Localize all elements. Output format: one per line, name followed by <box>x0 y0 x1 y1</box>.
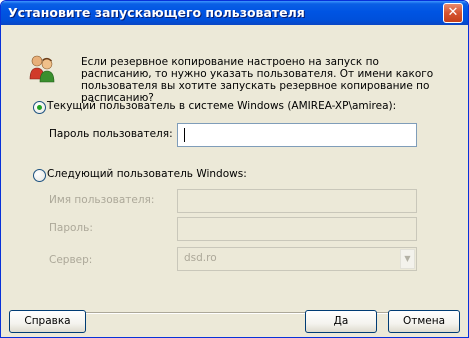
dialog-title: Установите запускающего пользователя <box>8 5 305 20</box>
password-input[interactable] <box>177 123 417 147</box>
close-button[interactable]: ✕ <box>443 3 463 23</box>
users-icon <box>29 55 55 83</box>
username-label: Имя пользователя: <box>49 194 155 206</box>
other-password-label: Пароль: <box>49 222 93 234</box>
other-user-radio[interactable] <box>33 169 46 182</box>
other-password-input[interactable] <box>177 217 417 241</box>
title-bar[interactable]: Установите запускающего пользователя ✕ <box>1 1 468 25</box>
current-user-radio-label[interactable]: Текущий пользователь в системе Windows (… <box>47 100 396 112</box>
close-icon: ✕ <box>447 5 459 20</box>
text-caret <box>184 128 185 142</box>
server-label: Сервер: <box>49 254 93 266</box>
server-value: dsd.ro <box>184 252 217 264</box>
cancel-button[interactable]: Отмена <box>388 310 460 333</box>
dialog-window: Установите запускающего пользователя ✕ Е… <box>0 0 469 338</box>
chevron-down-icon[interactable]: ▼ <box>400 249 415 269</box>
username-input[interactable] <box>177 189 417 213</box>
ok-button[interactable]: Да <box>305 310 377 333</box>
server-select[interactable]: dsd.ro ▼ <box>177 247 417 271</box>
other-user-radio-label[interactable]: Следующий пользователь Windows: <box>47 168 247 180</box>
dialog-content: Если резервное копирование настроено на … <box>5 25 464 333</box>
current-user-radio[interactable] <box>33 101 46 114</box>
info-message: Если резервное копирование настроено на … <box>81 56 434 104</box>
help-button[interactable]: Справка <box>9 310 86 333</box>
password-label: Пароль пользователя: <box>49 128 173 140</box>
